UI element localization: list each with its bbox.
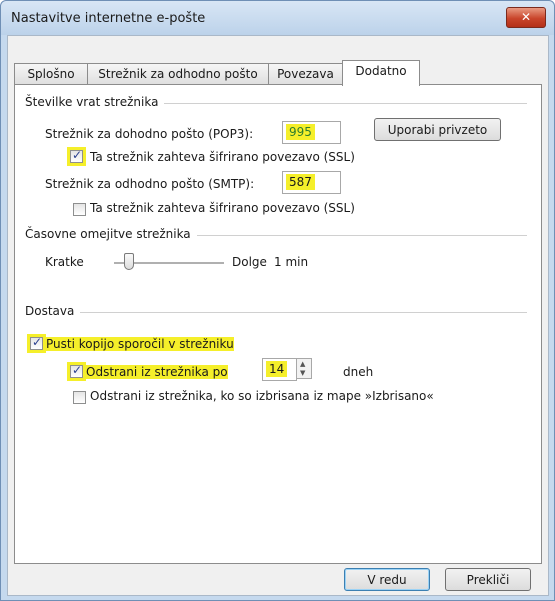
outgoing-ssl-label: Ta strežnik zahteva šifrirano povezavo (… xyxy=(90,201,355,215)
advanced-panel: Številke vrat strežnika Strežnik za doho… xyxy=(14,84,542,564)
leave-copy-checkbox[interactable]: ✓ xyxy=(27,334,46,353)
tab-outgoing-server[interactable]: Strežnik za odhodno pošto xyxy=(87,63,269,85)
leave-copy-label: Pusti kopijo sporočil v strežniku xyxy=(46,337,234,351)
incoming-ssl-box: ✓ xyxy=(70,148,83,163)
close-button[interactable]: ✕ xyxy=(506,7,546,28)
ok-button[interactable]: V redu xyxy=(344,568,430,591)
timeouts-group-title: Časovne omejitve strežnika xyxy=(25,227,197,241)
timeout-slider-thumb[interactable] xyxy=(124,253,134,270)
incoming-port-input[interactable]: 995 xyxy=(282,121,341,144)
outgoing-port-input[interactable]: 587 xyxy=(282,171,341,194)
window-title: Nastavitve internetne e-pošte xyxy=(11,11,206,26)
days-spinner[interactable]: ▲ ▼ xyxy=(296,358,312,379)
spin-up-icon: ▲ xyxy=(300,360,306,368)
checkmark-icon: ✓ xyxy=(32,335,43,349)
checkmark-icon: ✓ xyxy=(72,148,83,162)
settings-dialog: Nastavitve internetne e-pošte ✕ Splošno … xyxy=(0,0,555,601)
cancel-button[interactable]: Prekliči xyxy=(445,568,531,591)
days-value: 14 xyxy=(266,361,288,377)
dialog-body: Splošno Strežnik za odhodno pošto Poveza… xyxy=(7,35,549,596)
remove-after-label: Odstrani iz strežnika po xyxy=(86,365,228,379)
outgoing-port-label: Strežnik za odhodno pošto (SMTP): xyxy=(45,177,255,191)
tab-advanced[interactable]: Dodatno xyxy=(342,60,420,86)
remove-deleted-checkbox[interactable] xyxy=(73,391,86,404)
leave-copy-box: ✓ xyxy=(30,335,43,350)
remove-deleted-label: Odstrani iz strežnika, ko so izbrisana i… xyxy=(90,389,434,403)
incoming-port-value: 995 xyxy=(286,124,315,140)
outgoing-ssl-checkbox[interactable] xyxy=(73,203,86,216)
use-default-button[interactable]: Uporabi privzeto xyxy=(374,118,501,141)
tab-general[interactable]: Splošno xyxy=(14,63,88,85)
remove-after-checkbox[interactable]: ✓ xyxy=(67,362,86,381)
days-input[interactable]: 14 xyxy=(262,358,297,381)
ports-group-title: Številke vrat strežnika xyxy=(25,95,165,109)
checkmark-icon: ✓ xyxy=(72,363,83,377)
delivery-group-title: Dostava xyxy=(25,304,81,318)
tab-connection[interactable]: Povezava xyxy=(268,63,343,85)
timeout-value: 1 min xyxy=(274,255,309,269)
outgoing-port-value: 587 xyxy=(286,174,315,190)
remove-after-box: ✓ xyxy=(70,363,83,378)
incoming-ssl-label: Ta strežnik zahteva šifrirano povezavo (… xyxy=(90,150,355,164)
incoming-ssl-checkbox[interactable]: ✓ xyxy=(67,147,86,166)
timeout-long-label: Dolge xyxy=(232,255,267,269)
timeout-short-label: Kratke xyxy=(45,255,84,269)
delivery-group-line xyxy=(29,312,527,313)
spin-down-icon: ▼ xyxy=(300,369,306,377)
days-unit: dneh xyxy=(343,365,374,379)
incoming-port-label: Strežnik za dohodno pošto (POP3): xyxy=(45,127,254,141)
close-icon: ✕ xyxy=(520,10,532,24)
title-bar: Nastavitve internetne e-pošte ✕ xyxy=(1,1,554,35)
